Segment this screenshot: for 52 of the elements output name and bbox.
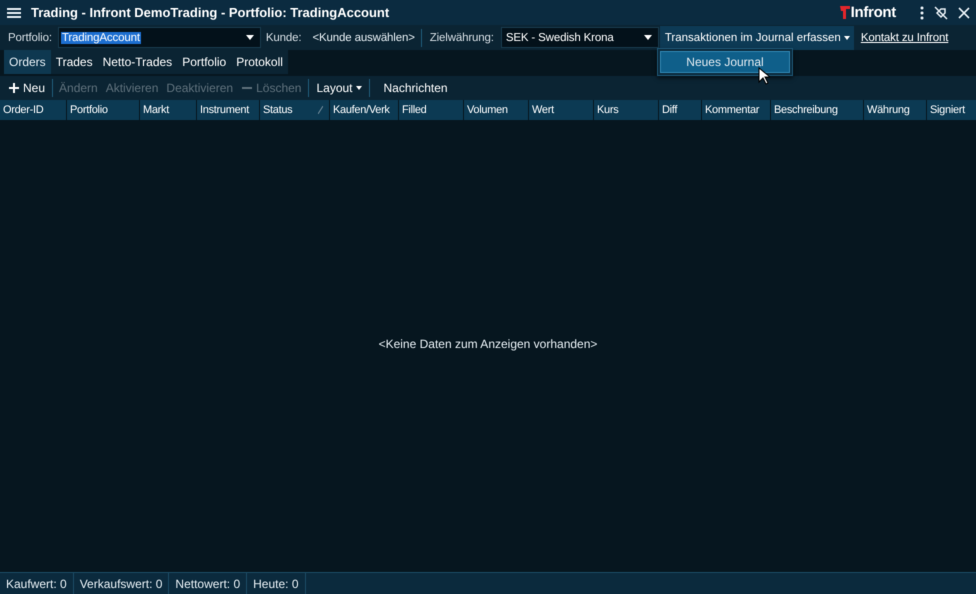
column-header[interactable]: Kaufen/Verk bbox=[330, 100, 398, 120]
tab[interactable]: Trades bbox=[50, 50, 98, 74]
column-header[interactable]: Instrument bbox=[197, 100, 259, 120]
logo-icon bbox=[840, 6, 850, 19]
customer-label: Kunde: bbox=[266, 32, 302, 44]
portfolio-label: Portfolio: bbox=[8, 32, 52, 44]
column-header[interactable]: Markt bbox=[140, 100, 196, 120]
status-text: Nettowert: 0 bbox=[169, 573, 248, 594]
minus-icon bbox=[242, 87, 252, 89]
column-header[interactable]: Beschreibung bbox=[771, 100, 863, 120]
toolbar-button[interactable]: Nachrichten bbox=[380, 77, 452, 99]
status-text: Heute: 0 bbox=[247, 573, 306, 594]
column-header[interactable]: Kommentar bbox=[702, 100, 770, 120]
column-header[interactable]: Filled bbox=[399, 100, 463, 120]
window-title: Trading - Infront DemoTrading - Portfolio: TradingAccount bbox=[31, 5, 390, 20]
currency-dropdown[interactable]: SEK - Swedish Krona bbox=[500, 27, 659, 48]
column-header[interactable]: Diff bbox=[659, 100, 701, 120]
status-text: Verkaufswert: 0 bbox=[74, 573, 170, 594]
column-header[interactable]: Volumen bbox=[464, 100, 528, 120]
column-header[interactable]: Kurs bbox=[594, 100, 658, 120]
tab[interactable]: Portfolio bbox=[177, 50, 232, 74]
caret-icon bbox=[356, 86, 362, 90]
logo-text: Infront bbox=[850, 4, 896, 21]
tab[interactable]: Protokoll bbox=[231, 50, 288, 74]
customer-selector[interactable]: <Kunde auswählen> bbox=[312, 32, 415, 44]
column-header[interactable]: Signiert bbox=[927, 100, 976, 120]
currency-label: Zielwährung: bbox=[430, 32, 494, 44]
portfolio-value: TradingAccount bbox=[60, 32, 141, 44]
journal-button[interactable]: Transaktionen im Journal erfassen bbox=[660, 26, 854, 50]
column-header[interactable]: Status bbox=[260, 100, 329, 120]
column-header[interactable]: Währung bbox=[864, 100, 926, 120]
tab[interactable]: Netto-Trades bbox=[98, 50, 178, 74]
new-button[interactable]: Neu bbox=[4, 77, 50, 99]
empty-message: <Keine Daten zum Anzeigen vorhanden> bbox=[378, 336, 598, 350]
caret-icon bbox=[246, 35, 254, 40]
caret-icon bbox=[844, 36, 850, 40]
close-icon[interactable] bbox=[958, 6, 970, 18]
column-header[interactable]: Order-ID bbox=[0, 100, 66, 120]
menu-icon[interactable] bbox=[7, 6, 21, 18]
portfolio-dropdown[interactable]: TradingAccount bbox=[58, 27, 261, 48]
unlink-icon[interactable] bbox=[934, 6, 948, 20]
layout-dropdown[interactable]: Layout bbox=[311, 77, 367, 99]
plus-icon bbox=[9, 83, 19, 93]
status-text: Kaufwert: 0 bbox=[0, 573, 74, 594]
menu-item[interactable]: Neues Journal bbox=[660, 51, 790, 73]
more-icon[interactable] bbox=[920, 6, 924, 20]
contact-link[interactable]: Kontakt zu Infront bbox=[860, 32, 948, 44]
caret-icon bbox=[644, 35, 652, 40]
column-header[interactable]: Wert bbox=[529, 100, 593, 120]
tab[interactable]: Orders bbox=[4, 50, 51, 74]
column-header[interactable]: Portfolio bbox=[67, 100, 139, 120]
cursor-icon bbox=[758, 67, 770, 85]
